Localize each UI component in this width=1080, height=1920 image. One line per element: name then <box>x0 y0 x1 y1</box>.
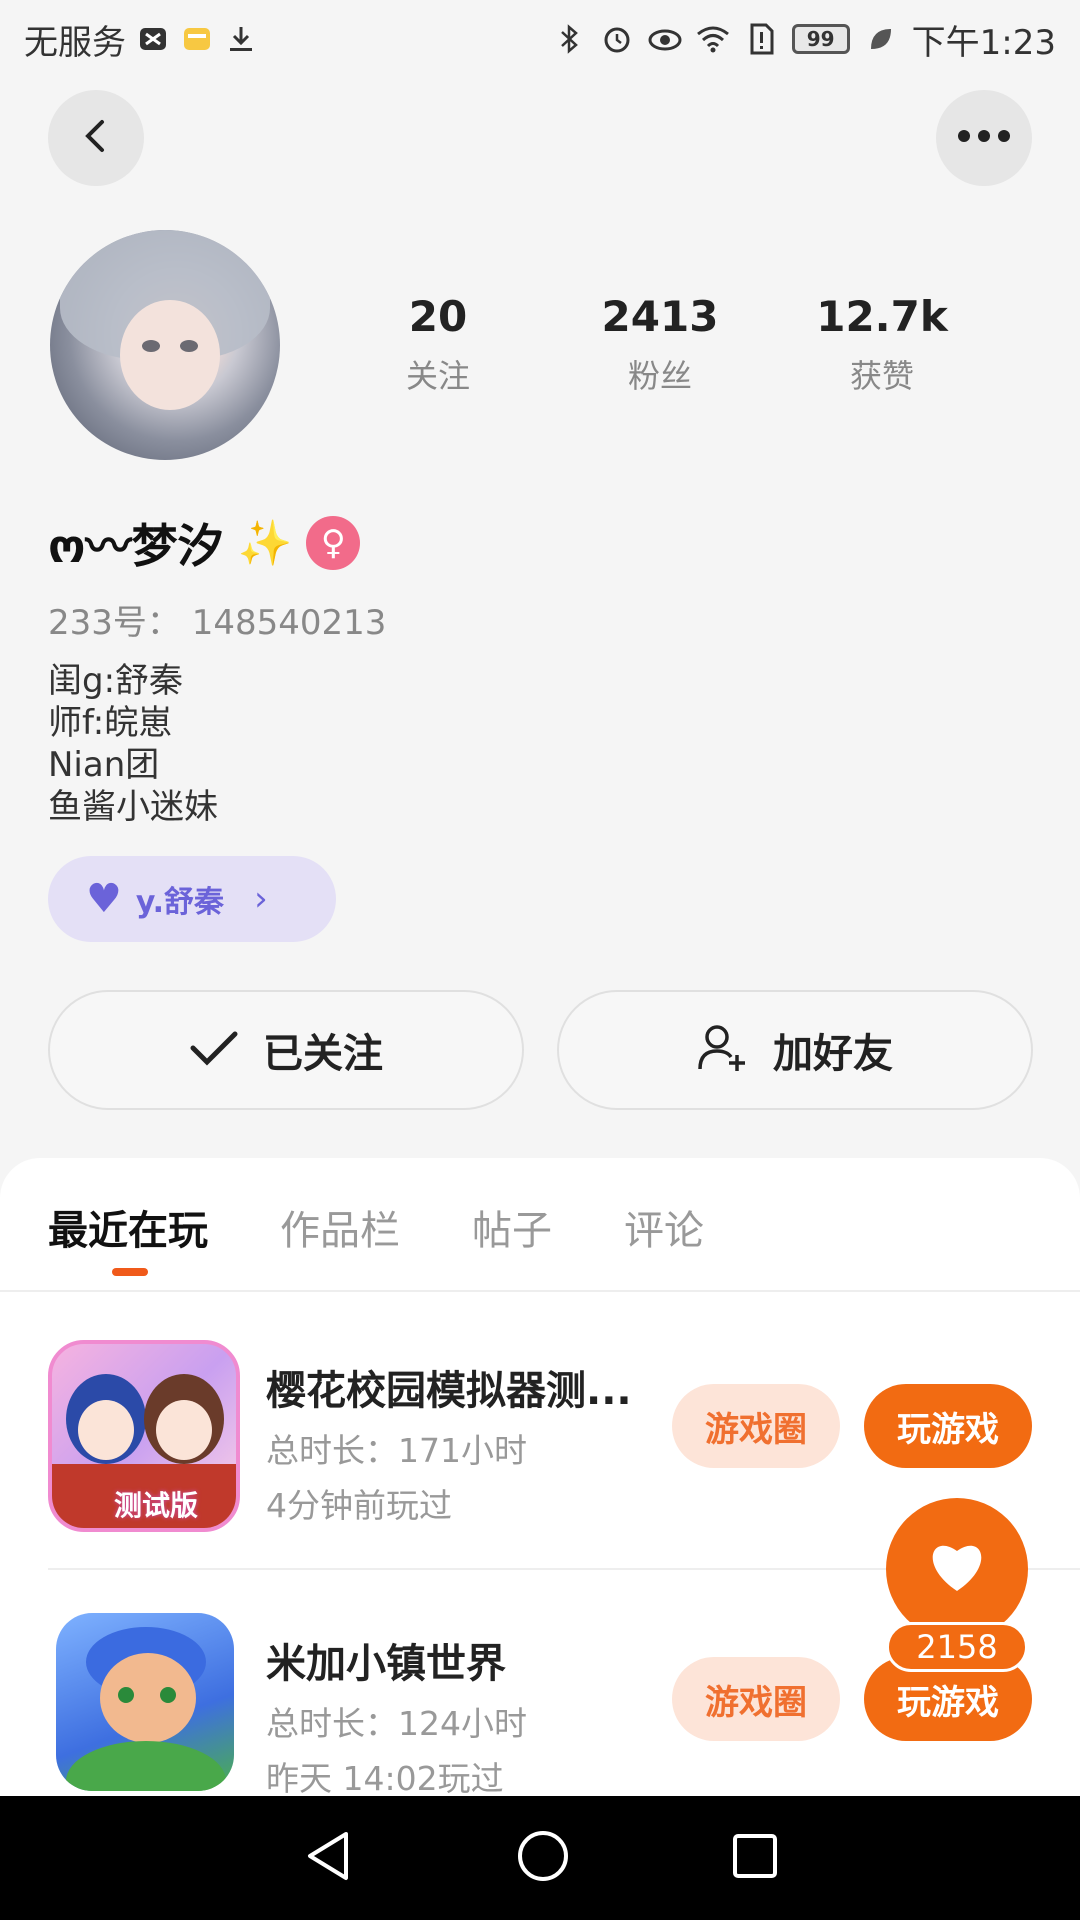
download-icon <box>224 22 258 56</box>
cp-chip[interactable]: ♥ y.舒秦 › <box>48 856 336 942</box>
navigation-bar <box>0 1796 1080 1920</box>
bio-line: 鱼酱小迷妹 <box>48 787 218 827</box>
chevron-left-icon <box>76 116 116 160</box>
eye-icon <box>648 22 682 56</box>
game-total-time: 总时长：124小时 <box>266 1704 527 1743</box>
add-friend-label: 加好友 <box>773 1031 893 1077</box>
test-badge: 测试版 <box>114 1489 199 1522</box>
nav-home-icon[interactable] <box>515 1828 571 1888</box>
alarm-icon <box>600 22 634 56</box>
game-circle-button[interactable]: 游戏圈 <box>672 1657 840 1741</box>
add-user-icon <box>697 1023 749 1077</box>
chevron-right-icon: › <box>254 879 268 919</box>
bluetooth-icon <box>552 22 586 56</box>
mail-icon <box>136 22 170 56</box>
game-icon <box>56 1613 234 1791</box>
add-friend-button[interactable]: 加好友 <box>557 990 1033 1110</box>
carrier-text: 无服务 <box>24 22 126 63</box>
game-icon: 测试版 <box>48 1340 240 1532</box>
bio-line: 闺g:舒秦 <box>48 661 184 701</box>
user-name: ო〰梦汐 <box>48 519 224 573</box>
following-button[interactable]: 已关注 <box>48 990 524 1110</box>
cp-label: y.舒秦 <box>135 885 225 920</box>
nav-recents-icon[interactable] <box>730 1831 780 1885</box>
tab-recently-played[interactable]: 最近在玩 <box>48 1198 208 1276</box>
stat-following[interactable]: 20 关注 <box>338 292 538 397</box>
play-game-button[interactable]: 玩游戏 <box>864 1384 1032 1468</box>
avatar[interactable] <box>50 230 280 460</box>
following-label: 已关注 <box>263 1031 383 1077</box>
bio: 闺g:舒秦 师f:皖崽 Nian团 鱼酱小迷妹 <box>48 660 218 828</box>
divider <box>0 1290 1080 1292</box>
tab-label: 帖子 <box>472 1208 552 1254</box>
back-button[interactable] <box>48 90 144 186</box>
game-last-played: 4分钟前玩过 <box>266 1486 452 1525</box>
bio-line: 师f:皖崽 <box>48 703 173 743</box>
game-title: 樱花校园模拟器测... <box>266 1368 632 1414</box>
like-count: 2158 <box>886 1622 1028 1672</box>
stat-value: 2413 <box>601 292 719 341</box>
stat-label: 获赞 <box>849 357 914 395</box>
tab-label: 最近在玩 <box>48 1208 208 1254</box>
nav-back-icon[interactable] <box>300 1828 356 1888</box>
user-id: 233号： 148540213 <box>48 603 387 643</box>
wifi-icon <box>696 22 730 56</box>
heart-icon: ♥ <box>86 876 122 922</box>
game-last-played: 昨天 14:02玩过 <box>266 1759 504 1798</box>
stat-label: 关注 <box>405 357 470 395</box>
tab-comments[interactable]: 评论 <box>624 1198 704 1256</box>
content-sheet: 最近在玩 作品栏 帖子 评论 测试版 樱花校园模拟器测... 总时长：171小时… <box>0 1158 1080 1798</box>
check-icon <box>189 1028 239 1072</box>
tab-posts[interactable]: 帖子 <box>472 1198 552 1256</box>
folder-icon <box>180 22 214 56</box>
heart-icon <box>926 1539 988 1599</box>
status-bar: 无服务 99 下午1:23 <box>0 0 1080 78</box>
tab-indicator <box>112 1268 148 1276</box>
stat-label: 粉丝 <box>627 357 692 395</box>
battery-indicator: 99 <box>791 24 850 54</box>
like-button[interactable] <box>886 1498 1028 1640</box>
game-title: 米加小镇世界 <box>266 1641 506 1687</box>
more-dots-icon <box>954 128 1014 148</box>
leaf-icon <box>864 22 898 56</box>
stat-likes[interactable]: 12.7k 获赞 <box>782 292 982 397</box>
stat-value: 20 <box>408 292 468 341</box>
clock-text: 下午1:23 <box>911 22 1056 63</box>
bio-line: Nian团 <box>48 745 160 785</box>
stat-followers[interactable]: 2413 粉丝 <box>560 292 760 397</box>
tab-bar: 最近在玩 作品栏 帖子 评论 <box>48 1198 704 1276</box>
sim-alert-icon <box>744 22 778 56</box>
tab-works[interactable]: 作品栏 <box>280 1198 400 1256</box>
more-button[interactable] <box>936 90 1032 186</box>
tab-label: 评论 <box>624 1208 704 1254</box>
stat-value: 12.7k <box>816 292 948 341</box>
game-circle-button[interactable]: 游戏圈 <box>672 1384 840 1468</box>
game-total-time: 总时长：171小时 <box>266 1431 527 1470</box>
sparkle-icon: ✨ <box>237 518 293 569</box>
tab-label: 作品栏 <box>280 1208 400 1254</box>
female-gender-icon: ♀ <box>306 516 361 570</box>
name-row: ო〰梦汐 ✨ ♀ <box>48 510 361 576</box>
